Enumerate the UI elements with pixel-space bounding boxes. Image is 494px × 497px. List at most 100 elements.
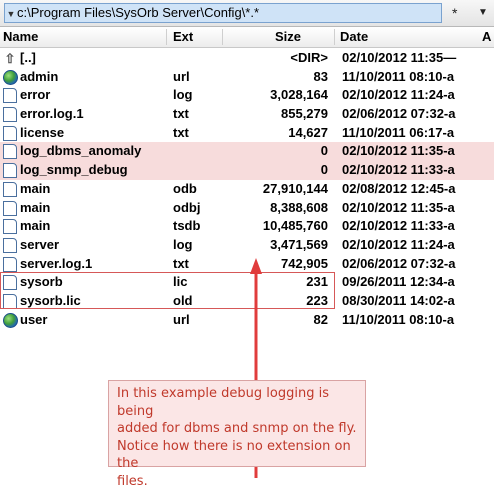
file-size: 0 [320, 143, 328, 159]
file-name: [..] [20, 50, 36, 65]
file-icon [3, 219, 17, 235]
file-icon [3, 237, 17, 253]
file-row[interactable]: main odb 27,910,144 02/08/2012 12:45-a [0, 180, 494, 199]
file-ext: tsdb [173, 218, 201, 234]
file-row[interactable]: error log 3,028,164 02/10/2012 11:24-a [0, 86, 494, 105]
file-row[interactable]: user url 82 11/10/2011 08:10-a [0, 311, 494, 330]
globe-icon [3, 69, 18, 85]
annotation-line: added for dbms and snmp on the fly. [117, 421, 357, 436]
file-icon [3, 275, 17, 291]
file-ext: odb [173, 180, 197, 196]
file-name: error.log.1 [20, 106, 84, 122]
annotation-line: Notice how there is no extension on the [117, 438, 351, 472]
file-row[interactable]: sysorb lic 231 09/26/2011 12:34-a [0, 273, 494, 292]
file-name: sysorb.lic [20, 292, 81, 308]
column-divider[interactable] [166, 29, 167, 45]
file-name: log_dbms_anomaly [20, 143, 142, 159]
file-name: sysorb [20, 274, 63, 290]
file-icon [3, 144, 17, 160]
file-date: 02/06/2012 07:32-a [342, 106, 456, 122]
file-size: <DIR> [290, 50, 328, 65]
column-divider[interactable] [334, 29, 335, 45]
file-row[interactable]: main tsdb 10,485,760 02/10/2012 11:33-a [0, 217, 494, 236]
up-folder-icon: ⇧ [4, 51, 16, 66]
file-icon [3, 256, 17, 272]
history-dropdown-icon[interactable]: ▼ [5, 5, 17, 22]
filter-label[interactable]: * [452, 3, 457, 23]
path-bar: ▼ c:\Program Files\SysOrb Server\Config\*… [0, 0, 494, 27]
file-date: 02/10/2012 11:24-a [342, 87, 455, 103]
file-icon [3, 125, 17, 141]
file-ext: log [173, 87, 193, 103]
file-row[interactable]: log_snmp_debug 0 02/10/2012 11:33-a [0, 161, 494, 180]
file-size: 8,388,608 [270, 199, 328, 215]
file-icon [3, 200, 17, 216]
file-date: 02/10/2012 11:24-a [342, 236, 455, 252]
file-date: 02/10/2012 11:35-a [342, 199, 455, 215]
column-size[interactable]: Size [275, 27, 301, 47]
file-date: 02/10/2012 11:35-a [342, 143, 455, 159]
file-size: 855,279 [281, 106, 328, 122]
file-icon [3, 181, 17, 197]
column-header: ↑ Name Ext Size Date A [0, 27, 494, 48]
column-name-label: Name [3, 29, 39, 44]
column-ext[interactable]: Ext [173, 27, 193, 47]
file-date: 09/26/2011 12:34-a [342, 274, 455, 290]
file-size: 231 [306, 274, 328, 290]
file-ext: log [173, 236, 193, 252]
file-size: 27,910,144 [262, 180, 328, 196]
globe-icon [3, 312, 18, 328]
file-icon [3, 107, 17, 123]
file-size: 0 [320, 162, 328, 178]
file-name: error [20, 87, 51, 103]
file-row[interactable]: ⇧ [..] <DIR> 02/10/2012 11:35— [0, 49, 494, 68]
file-row[interactable]: log_dbms_anomaly 0 02/10/2012 11:35-a [0, 142, 494, 162]
file-size: 223 [306, 292, 328, 308]
file-name: log_snmp_debug [20, 162, 128, 178]
file-row[interactable]: admin url 83 11/10/2011 08:10-a [0, 68, 494, 87]
file-row[interactable]: error.log.1 txt 855,279 02/06/2012 07:32-a [0, 105, 494, 124]
file-ext: txt [173, 255, 189, 271]
path-text: c:\Program Files\SysOrb Server\Config\*.… [17, 5, 260, 20]
file-icon [3, 163, 17, 179]
file-ext: old [173, 292, 193, 308]
file-size: 83 [313, 68, 328, 84]
column-divider[interactable] [222, 29, 223, 45]
column-date[interactable]: Date [340, 27, 368, 47]
file-name: server.log.1 [20, 255, 93, 271]
file-name: server [20, 236, 60, 252]
file-size: 3,471,569 [270, 236, 328, 252]
file-size: 82 [313, 311, 328, 327]
file-size: 3,028,164 [270, 87, 328, 103]
file-date: 02/06/2012 07:32-a [342, 255, 456, 271]
file-row[interactable]: main odbj 8,388,608 02/10/2012 11:35-a [0, 199, 494, 218]
file-name: main [20, 218, 51, 234]
file-row[interactable]: sysorb.lic old 223 08/30/2011 14:02-a [0, 292, 494, 311]
file-date: 02/10/2012 11:35— [342, 50, 457, 65]
file-row[interactable]: license txt 14,627 11/10/2011 06:17-a [0, 124, 494, 143]
file-ext: lic [173, 274, 188, 290]
column-attr[interactable]: A [482, 27, 491, 47]
file-icon [3, 293, 17, 309]
file-list: ⇧ [..] <DIR> 02/10/2012 11:35— admin url 83 11/… [0, 49, 494, 329]
annotation-note: In this example debug logging is being a… [108, 380, 366, 489]
file-size: 742,905 [281, 255, 328, 271]
file-ext: url [173, 311, 190, 327]
file-row[interactable]: server log 3,471,569 02/10/2012 11:24-a [0, 236, 494, 255]
file-date: 02/08/2012 12:45-a [342, 180, 456, 196]
file-ext: odbj [173, 199, 201, 215]
file-name: main [20, 180, 51, 196]
file-date: 02/10/2012 11:33-a [342, 218, 455, 234]
file-row[interactable]: server.log.1 txt 742,905 02/06/2012 07:32-a [0, 255, 494, 274]
chevron-down-icon[interactable]: ▼ [478, 3, 488, 23]
annotation-line: In this example debug logging is being [117, 386, 329, 419]
filter-control[interactable]: * ▼ [446, 3, 494, 23]
file-size: 14,627 [288, 124, 328, 140]
file-date: 11/10/2011 08:10-a [342, 68, 455, 84]
file-name: user [20, 311, 48, 327]
file-ext: txt [173, 106, 189, 122]
file-date: 08/30/2011 14:02-a [342, 292, 455, 308]
arrow-head [250, 258, 262, 274]
file-name: admin [20, 68, 59, 84]
path-input[interactable]: ▼ c:\Program Files\SysOrb Server\Config\*… [4, 3, 442, 23]
